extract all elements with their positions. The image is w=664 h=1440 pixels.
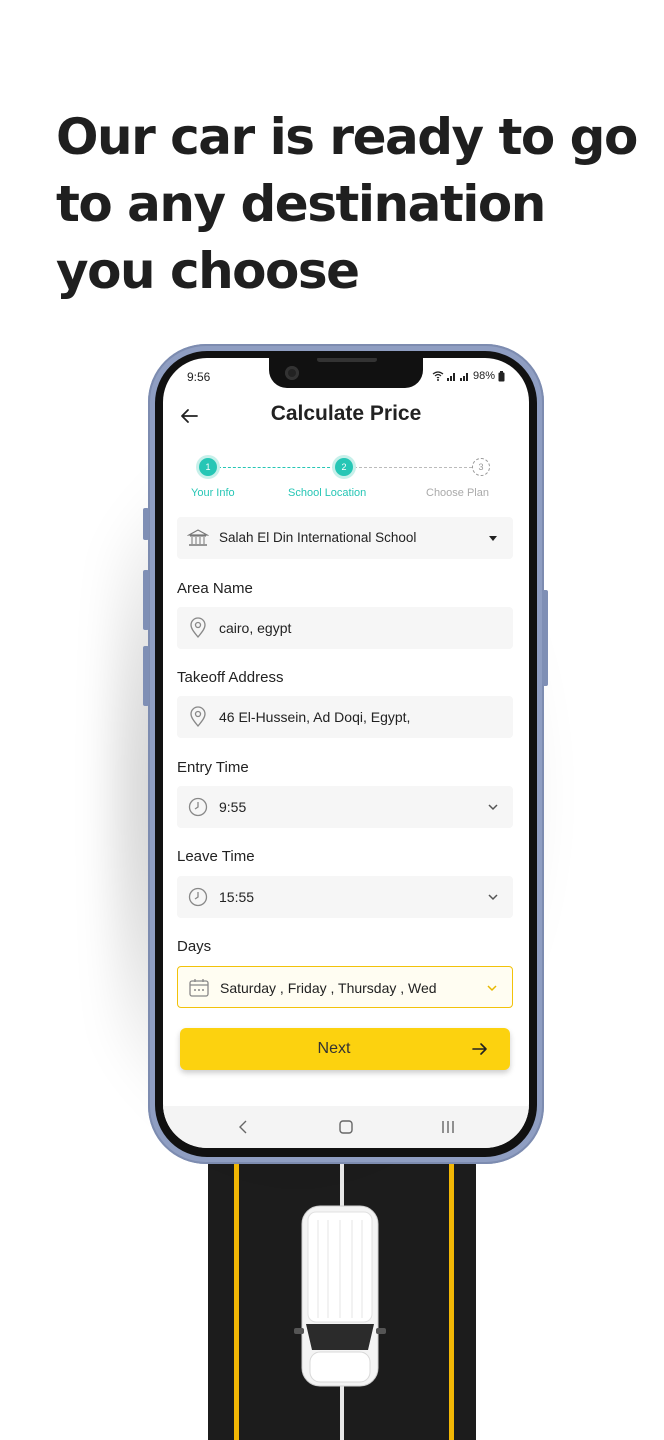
school-select[interactable]: Salah El Din International School: [177, 517, 513, 559]
leave-time-label: Leave Time: [177, 848, 255, 865]
nav-recents-icon[interactable]: [439, 1118, 457, 1136]
app-header: Calculate Price: [163, 398, 529, 434]
phone-power-button: [542, 590, 548, 686]
signal-icon-2: [459, 373, 468, 381]
days-label: Days: [177, 938, 212, 955]
wifi-icon: [432, 371, 444, 381]
step-3-dot[interactable]: 3: [472, 458, 490, 476]
battery-icon: [498, 370, 505, 381]
battery-level: 98%: [472, 370, 495, 382]
chevron-down-icon: [487, 985, 497, 992]
days-select[interactable]: Saturday , Friday , Thursday , Wed: [177, 966, 513, 1008]
location-pin-icon: [190, 706, 206, 728]
school-building-icon: [187, 529, 209, 546]
front-camera: [285, 366, 299, 380]
car-illustration: [294, 1205, 386, 1387]
area-name-value: cairo, egypt: [219, 620, 292, 636]
entry-time-select[interactable]: 9:55: [177, 786, 513, 828]
area-name-field[interactable]: cairo, egypt: [177, 607, 513, 649]
entry-time-value: 9:55: [219, 799, 247, 815]
chevron-down-icon: [488, 894, 498, 901]
step-connector-2: [354, 467, 472, 468]
headline-line-2: to any destination: [56, 175, 546, 233]
page-title: Calculate Price: [270, 402, 422, 425]
nav-back-icon[interactable]: [235, 1118, 253, 1136]
school-select-value: Salah El Din International School: [219, 530, 417, 545]
location-pin-icon: [190, 617, 206, 639]
takeoff-address-value: 46 El-Hussein, Ad Doqi, Egypt,: [219, 709, 411, 725]
takeoff-address-label: Takeoff Address: [177, 669, 284, 686]
phone-screen: 9:56 98% Calculate Price 1 2 3 Your Info…: [163, 358, 529, 1148]
step-2-label[interactable]: School Location: [288, 487, 366, 499]
leave-time-select[interactable]: 15:55: [177, 876, 513, 918]
speaker-grille: [317, 358, 377, 362]
signal-icon: [446, 373, 455, 381]
headline: Our car is ready to go to any destinatio…: [56, 104, 646, 305]
days-value: Saturday , Friday , Thursday , Wed: [220, 980, 437, 996]
headline-line-1: Our car is ready to go: [56, 108, 638, 166]
step-1-label[interactable]: Your Info: [191, 487, 235, 499]
caret-down-icon: [489, 536, 497, 541]
progress-stepper: 1 2 3 Your Info School Location Choose P…: [163, 458, 529, 508]
system-nav-bar: [163, 1106, 529, 1148]
step-connector-1: [218, 467, 335, 468]
phone-notch: [269, 358, 423, 388]
area-name-label: Area Name: [177, 580, 253, 597]
status-icons: 98%: [432, 370, 505, 382]
step-1-dot[interactable]: 1: [199, 458, 217, 476]
arrow-right-icon: [472, 1043, 487, 1055]
phone-volume-down-button: [143, 646, 149, 706]
takeoff-address-field[interactable]: 46 El-Hussein, Ad Doqi, Egypt,: [177, 696, 513, 738]
clock-icon: [188, 797, 208, 817]
step-2-dot[interactable]: 2: [335, 458, 353, 476]
clock-icon: [188, 887, 208, 907]
calendar-icon: [189, 979, 209, 997]
chevron-down-icon: [488, 804, 498, 811]
nav-home-icon[interactable]: [337, 1118, 355, 1136]
next-button[interactable]: Next: [180, 1028, 510, 1070]
phone-volume-up-button: [143, 570, 149, 630]
back-arrow-icon[interactable]: [177, 404, 201, 428]
step-3-label[interactable]: Choose Plan: [426, 487, 489, 499]
leave-time-value: 15:55: [219, 889, 255, 905]
next-button-label: Next: [317, 1040, 351, 1057]
phone-side-button-top: [143, 508, 149, 540]
headline-line-3: you choose: [56, 242, 360, 300]
entry-time-label: Entry Time: [177, 759, 249, 776]
status-time: 9:56: [187, 370, 211, 384]
